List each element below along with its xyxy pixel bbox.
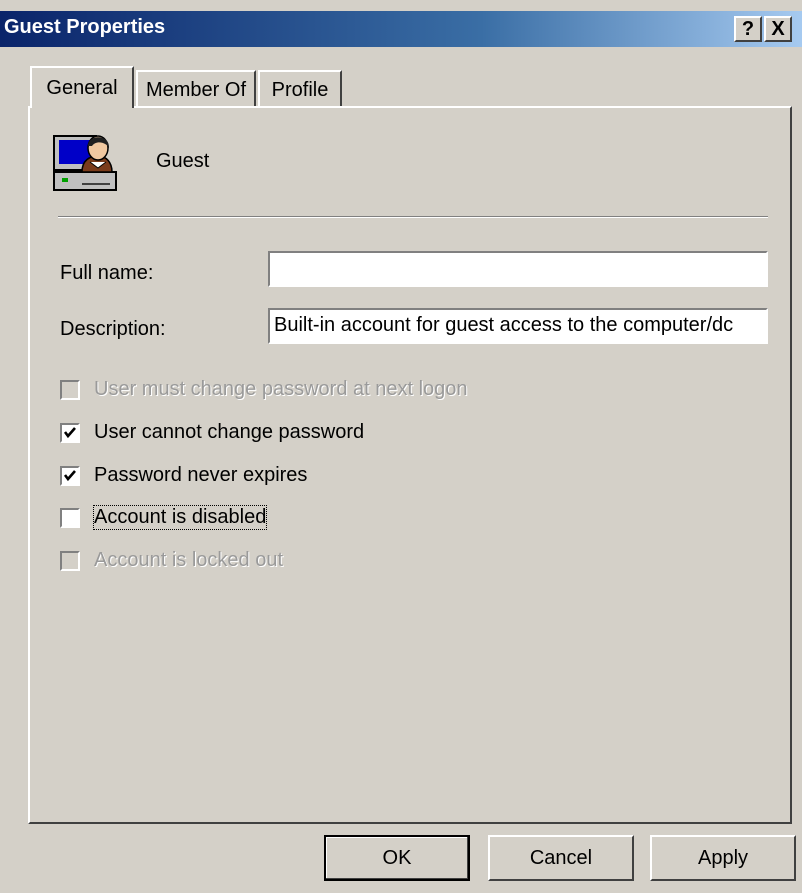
tab-profile[interactable]: Profile <box>258 70 342 108</box>
tab-member-of[interactable]: Member Of <box>136 70 256 108</box>
separator <box>58 216 768 218</box>
cancel-button[interactable]: Cancel <box>488 835 634 881</box>
cannot-change-password-label: User cannot change password <box>94 421 365 443</box>
password-never-expires-label: Password never expires <box>94 464 308 486</box>
user-computer-icon <box>52 132 118 194</box>
properties-dialog: Guest Properties ? X General Member Of P… <box>0 0 802 893</box>
password-never-expires-checkbox[interactable] <box>60 466 80 486</box>
must-change-password-label: User must change password at next logon <box>94 378 468 400</box>
full-name-input[interactable] <box>268 251 768 287</box>
close-button[interactable]: X <box>764 16 792 42</box>
must-change-password-checkbox[interactable] <box>60 380 80 400</box>
checkmark-icon <box>63 470 76 482</box>
account-disabled-checkbox[interactable] <box>60 508 80 528</box>
account-locked-out-checkbox[interactable] <box>60 551 80 571</box>
account-disabled-label: Account is disabled <box>92 505 268 530</box>
description-input[interactable]: Built-in account for guest access to the… <box>268 308 768 344</box>
user-name: Guest <box>156 150 210 172</box>
description-label: Description: <box>60 318 166 340</box>
window-title: Guest Properties <box>4 16 166 38</box>
title-bar[interactable]: Guest Properties ? X <box>0 11 802 47</box>
cannot-change-password-checkbox[interactable] <box>60 423 80 443</box>
tab-general[interactable]: General <box>30 66 134 108</box>
checkmark-icon <box>63 427 76 439</box>
apply-button[interactable]: Apply <box>650 835 796 881</box>
ok-button[interactable]: OK <box>324 835 470 881</box>
account-locked-out-label: Account is locked out <box>94 549 283 571</box>
full-name-label: Full name: <box>60 262 154 284</box>
help-button[interactable]: ? <box>734 16 762 42</box>
